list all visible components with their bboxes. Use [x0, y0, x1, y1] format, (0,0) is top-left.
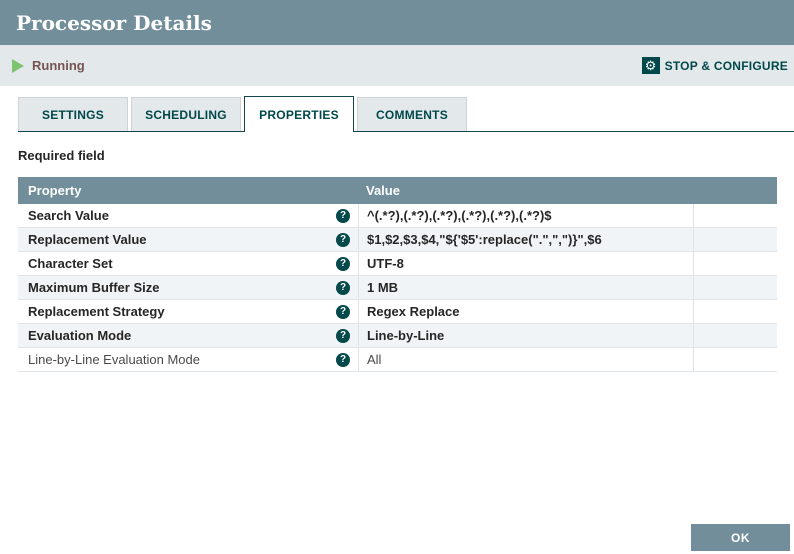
- stop-and-configure-label: STOP & CONFIGURE: [664, 58, 788, 73]
- property-cell: Maximum Buffer Size?: [18, 276, 358, 299]
- row-extra-cell: [693, 324, 777, 347]
- help-icon[interactable]: ?: [336, 304, 350, 319]
- table-row[interactable]: Character Set? UTF-8: [18, 252, 777, 276]
- property-cell: Replacement Value?: [18, 228, 358, 251]
- help-icon[interactable]: ?: [336, 256, 350, 271]
- dialog-titlebar: Processor Details: [0, 0, 794, 45]
- status-bar: Running ⚙ STOP & CONFIGURE: [0, 45, 794, 86]
- tabs: SETTINGS SCHEDULING PROPERTIES COMMENTS: [18, 96, 794, 132]
- table-row[interactable]: Maximum Buffer Size? 1 MB: [18, 276, 777, 300]
- property-name: Evaluation Mode: [28, 328, 132, 343]
- property-name: Replacement Strategy: [28, 304, 165, 319]
- property-name: Line-by-Line Evaluation Mode: [28, 352, 200, 367]
- table-row[interactable]: Replacement Value? $1,$2,$3,$4,"${'$5':re…: [18, 228, 777, 252]
- tab-scheduling[interactable]: SCHEDULING: [131, 97, 241, 131]
- row-extra-cell: [693, 252, 777, 275]
- help-icon[interactable]: ?: [336, 352, 350, 367]
- property-name: Replacement Value: [28, 232, 147, 247]
- ok-button[interactable]: OK: [691, 524, 790, 551]
- tab-properties[interactable]: PROPERTIES: [244, 96, 354, 132]
- table-header-row: Property Value: [18, 177, 777, 204]
- tab-settings[interactable]: SETTINGS: [18, 97, 128, 131]
- column-header-property: Property: [28, 183, 82, 198]
- property-cell: Character Set?: [18, 252, 358, 275]
- table-row[interactable]: Search Value? ^(.*?),(.*?),(.*?),(.*?),(.…: [18, 204, 777, 228]
- property-value: Line-by-Line: [358, 324, 693, 347]
- properties-table: Property Value Search Value? ^(.*?),(.*?)…: [18, 177, 777, 372]
- help-icon[interactable]: ?: [336, 280, 350, 295]
- properties-table-body: Search Value? ^(.*?),(.*?),(.*?),(.*?),(.…: [18, 204, 777, 372]
- table-row[interactable]: Line-by-Line Evaluation Mode? All: [18, 348, 777, 372]
- tab-comments[interactable]: COMMENTS: [357, 97, 467, 131]
- help-icon[interactable]: ?: [336, 328, 350, 343]
- row-extra-cell: [693, 276, 777, 299]
- help-icon[interactable]: ?: [336, 232, 350, 247]
- help-icon[interactable]: ?: [336, 208, 350, 223]
- row-extra-cell: [693, 204, 777, 227]
- run-status-label: Running: [32, 58, 85, 73]
- property-value: ^(.*?),(.*?),(.*?),(.*?),(.*?),(.*?)$: [358, 204, 693, 227]
- property-name: Character Set: [28, 256, 113, 271]
- property-name: Search Value: [28, 208, 109, 223]
- property-cell: Search Value?: [18, 204, 358, 227]
- gear-icon: ⚙: [641, 57, 660, 74]
- property-name: Maximum Buffer Size: [28, 280, 160, 295]
- table-row[interactable]: Evaluation Mode? Line-by-Line: [18, 324, 777, 348]
- stop-and-configure-button[interactable]: ⚙ STOP & CONFIGURE: [641, 57, 788, 74]
- property-cell: Replacement Strategy?: [18, 300, 358, 323]
- row-extra-cell: [693, 228, 777, 251]
- table-row[interactable]: Replacement Strategy? Regex Replace: [18, 300, 777, 324]
- property-cell: Line-by-Line Evaluation Mode?: [18, 348, 358, 371]
- property-cell: Evaluation Mode?: [18, 324, 358, 347]
- column-header-value: Value: [366, 183, 400, 198]
- property-value: $1,$2,$3,$4,"${'$5':replace(".",",")}",$…: [358, 228, 693, 251]
- property-value: Regex Replace: [358, 300, 693, 323]
- play-icon: [12, 58, 24, 73]
- property-value: All: [358, 348, 693, 371]
- row-extra-cell: [693, 348, 777, 371]
- row-extra-cell: [693, 300, 777, 323]
- property-value: 1 MB: [358, 276, 693, 299]
- dialog-title: Processor Details: [16, 10, 212, 35]
- required-field-note: Required field: [18, 148, 105, 163]
- property-value: UTF-8: [358, 252, 693, 275]
